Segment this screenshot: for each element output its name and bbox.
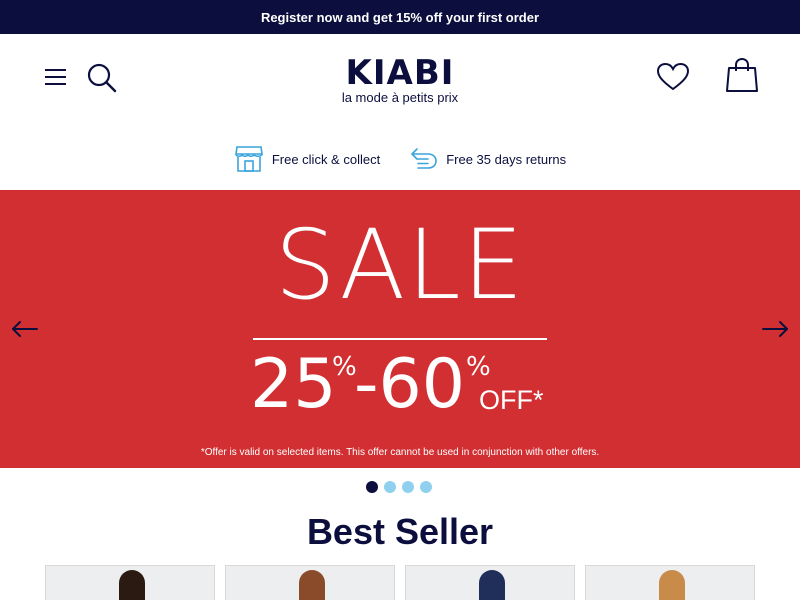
carousel-dots	[366, 481, 432, 493]
return-icon	[410, 146, 438, 173]
hero-title: SALE	[274, 209, 526, 321]
search-icon[interactable]	[86, 62, 118, 94]
carousel-dot-1[interactable]	[366, 481, 378, 493]
site-header: KIABI la mode à petits prix	[0, 34, 800, 130]
usp-click-collect[interactable]: Free click & collect	[234, 143, 380, 176]
product-image	[659, 570, 685, 600]
section-title: Best Seller	[306, 511, 494, 552]
discount-from: 25	[250, 345, 337, 424]
hero-divider	[253, 338, 547, 340]
usp-bar: Free click & collect Free 35 days return…	[0, 130, 800, 188]
hero-banner[interactable]: SALE 25 % -60 % OFF* *Offer is valid on …	[0, 190, 800, 468]
product-card[interactable]	[45, 565, 215, 600]
discount-to: -60	[354, 345, 466, 424]
carousel-dot-2[interactable]	[384, 481, 396, 493]
hero-disclaimer: *Offer is valid on selected items. This …	[200, 447, 600, 458]
percent-sign: %	[466, 352, 491, 382]
carousel-dot-4[interactable]	[420, 481, 432, 493]
product-card[interactable]	[585, 565, 755, 600]
usp-label: Free click & collect	[271, 151, 381, 167]
usp-label: Free 35 days returns	[446, 151, 567, 167]
kiabi-logo[interactable]: KIABI la mode à petits prix	[328, 56, 472, 106]
store-icon	[234, 143, 264, 176]
shopping-bag-icon[interactable]	[726, 57, 758, 93]
menu-icon[interactable]	[44, 68, 68, 88]
logo-tagline: la mode à petits prix	[341, 90, 459, 105]
hero-discount: 25 % -60 % OFF*	[250, 350, 570, 420]
percent-sign: %	[332, 352, 357, 382]
product-card[interactable]	[225, 565, 395, 600]
promo-banner[interactable]: Register now and get 15% off your first …	[0, 0, 800, 34]
product-grid	[45, 565, 755, 600]
heart-icon[interactable]	[656, 62, 690, 92]
logo-name: KIABI	[345, 53, 455, 93]
arrow-left-icon[interactable]	[11, 320, 39, 338]
product-image	[119, 570, 145, 600]
usp-returns[interactable]: Free 35 days returns	[410, 146, 566, 173]
product-image	[299, 570, 325, 600]
carousel-dot-3[interactable]	[402, 481, 414, 493]
product-image	[479, 570, 505, 600]
off-label: OFF*	[479, 385, 544, 415]
arrow-right-icon[interactable]	[761, 320, 789, 338]
product-card[interactable]	[405, 565, 575, 600]
promo-text[interactable]: Register now and get 15% off your first …	[261, 10, 539, 25]
